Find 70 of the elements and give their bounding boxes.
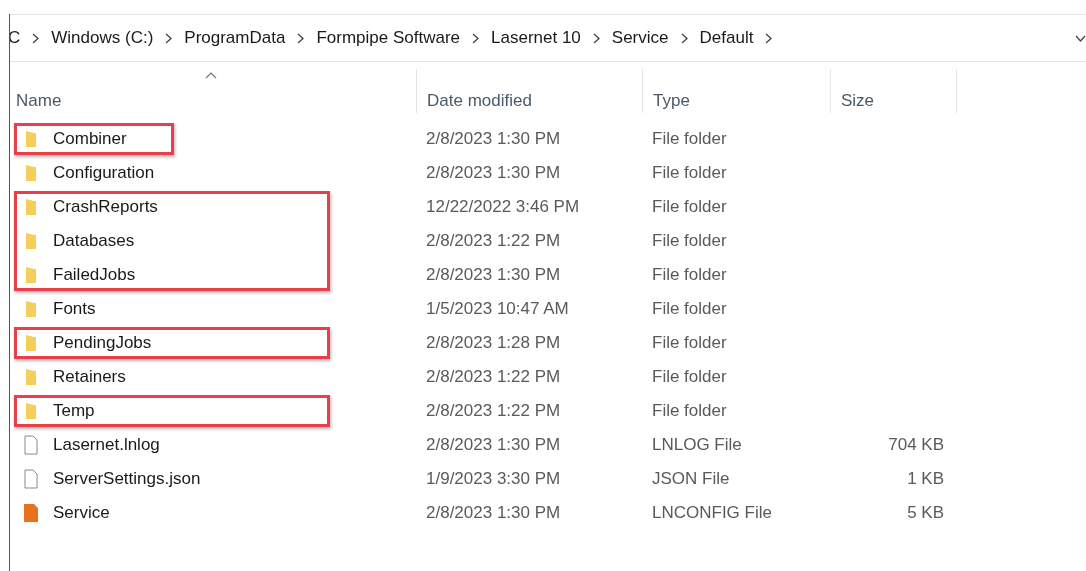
file-type: File folder bbox=[651, 196, 728, 219]
date-modified: 2/8/2023 1:30 PM bbox=[425, 264, 562, 287]
file-size: 704 KB bbox=[888, 434, 944, 457]
folder-icon bbox=[25, 266, 37, 284]
file-type: File folder bbox=[651, 264, 728, 287]
file-name[interactable]: FailedJobs bbox=[53, 262, 136, 288]
file-name[interactable]: CrashReports bbox=[53, 194, 158, 220]
chevron-right-icon bbox=[472, 32, 480, 44]
folder-icon bbox=[25, 402, 37, 420]
file-type: File folder bbox=[651, 298, 728, 321]
folder-icon bbox=[25, 198, 37, 216]
breadcrumb-item[interactable]: Formpipe Software bbox=[316, 25, 461, 51]
breadcrumb-item[interactable]: Lasernet 10 bbox=[491, 25, 581, 51]
file-icon bbox=[24, 435, 38, 455]
folder-icon bbox=[25, 334, 37, 352]
file-name[interactable]: Retainers bbox=[53, 364, 126, 390]
sort-caret-icon bbox=[205, 72, 217, 79]
file-icon bbox=[24, 469, 38, 489]
date-modified: 2/8/2023 1:22 PM bbox=[425, 366, 562, 389]
date-modified: 2/8/2023 1:30 PM bbox=[425, 502, 562, 525]
chevron-right-icon bbox=[32, 32, 40, 44]
breadcrumb-item[interactable]: Windows (C:) bbox=[51, 25, 154, 51]
column-header[interactable]: Name bbox=[16, 87, 62, 113]
file-name[interactable]: Configuration bbox=[53, 160, 155, 186]
chevron-right-icon bbox=[165, 32, 173, 44]
file-name[interactable]: PendingJobs bbox=[53, 330, 152, 356]
file-type: File folder bbox=[651, 230, 728, 253]
chevron-right-icon bbox=[680, 32, 688, 44]
date-modified: 2/8/2023 1:22 PM bbox=[425, 400, 562, 423]
document-icon bbox=[23, 503, 39, 523]
column-header[interactable]: Date modified bbox=[427, 87, 532, 113]
file-type: File folder bbox=[651, 128, 728, 151]
file-type: LNCONFIG File bbox=[651, 502, 773, 525]
date-modified: 2/8/2023 1:22 PM bbox=[425, 230, 562, 253]
file-name[interactable]: Databases bbox=[53, 228, 135, 254]
file-name[interactable]: Service bbox=[53, 500, 110, 526]
date-modified: 1/5/2023 10:47 AM bbox=[425, 298, 570, 321]
folder-icon bbox=[25, 232, 37, 250]
file-type: File folder bbox=[651, 366, 728, 389]
file-name[interactable]: ServerSettings.json bbox=[53, 466, 201, 492]
column-header[interactable]: Size bbox=[841, 87, 875, 113]
file-type: File folder bbox=[651, 162, 728, 185]
folder-icon bbox=[25, 164, 37, 182]
date-modified: 12/22/2022 3:46 PM bbox=[425, 196, 581, 219]
file-size: 5 KB bbox=[907, 502, 944, 525]
date-modified: 2/8/2023 1:28 PM bbox=[425, 332, 562, 355]
file-type: LNLOG File bbox=[651, 434, 743, 457]
date-modified: 2/8/2023 1:30 PM bbox=[425, 434, 562, 457]
breadcrumb-item[interactable]: Service bbox=[611, 25, 669, 51]
file-type: File folder bbox=[651, 400, 728, 423]
breadcrumb-item[interactable]: Default bbox=[699, 25, 754, 51]
column-header[interactable]: Type bbox=[653, 87, 690, 113]
file-name[interactable]: Fonts bbox=[53, 296, 96, 322]
file-name[interactable]: Lasernet.lnlog bbox=[53, 432, 160, 458]
folder-icon bbox=[25, 130, 37, 148]
breadcrumb-item[interactable]: ProgramData bbox=[184, 25, 286, 51]
date-modified: 2/8/2023 1:30 PM bbox=[425, 128, 562, 151]
chevron-down-icon[interactable] bbox=[1075, 34, 1086, 42]
folder-icon bbox=[25, 368, 37, 386]
file-size: 1 KB bbox=[907, 468, 944, 491]
file-type: JSON File bbox=[651, 468, 731, 491]
chevron-right-icon bbox=[592, 32, 600, 44]
chevron-right-icon bbox=[765, 32, 773, 44]
date-modified: 2/8/2023 1:30 PM bbox=[425, 162, 562, 185]
file-name[interactable]: Temp bbox=[53, 398, 95, 424]
date-modified: 1/9/2023 3:30 PM bbox=[425, 468, 562, 491]
file-type: File folder bbox=[651, 332, 728, 355]
chevron-right-icon bbox=[297, 32, 305, 44]
folder-icon bbox=[25, 300, 37, 318]
file-name[interactable]: Combiner bbox=[53, 126, 127, 152]
